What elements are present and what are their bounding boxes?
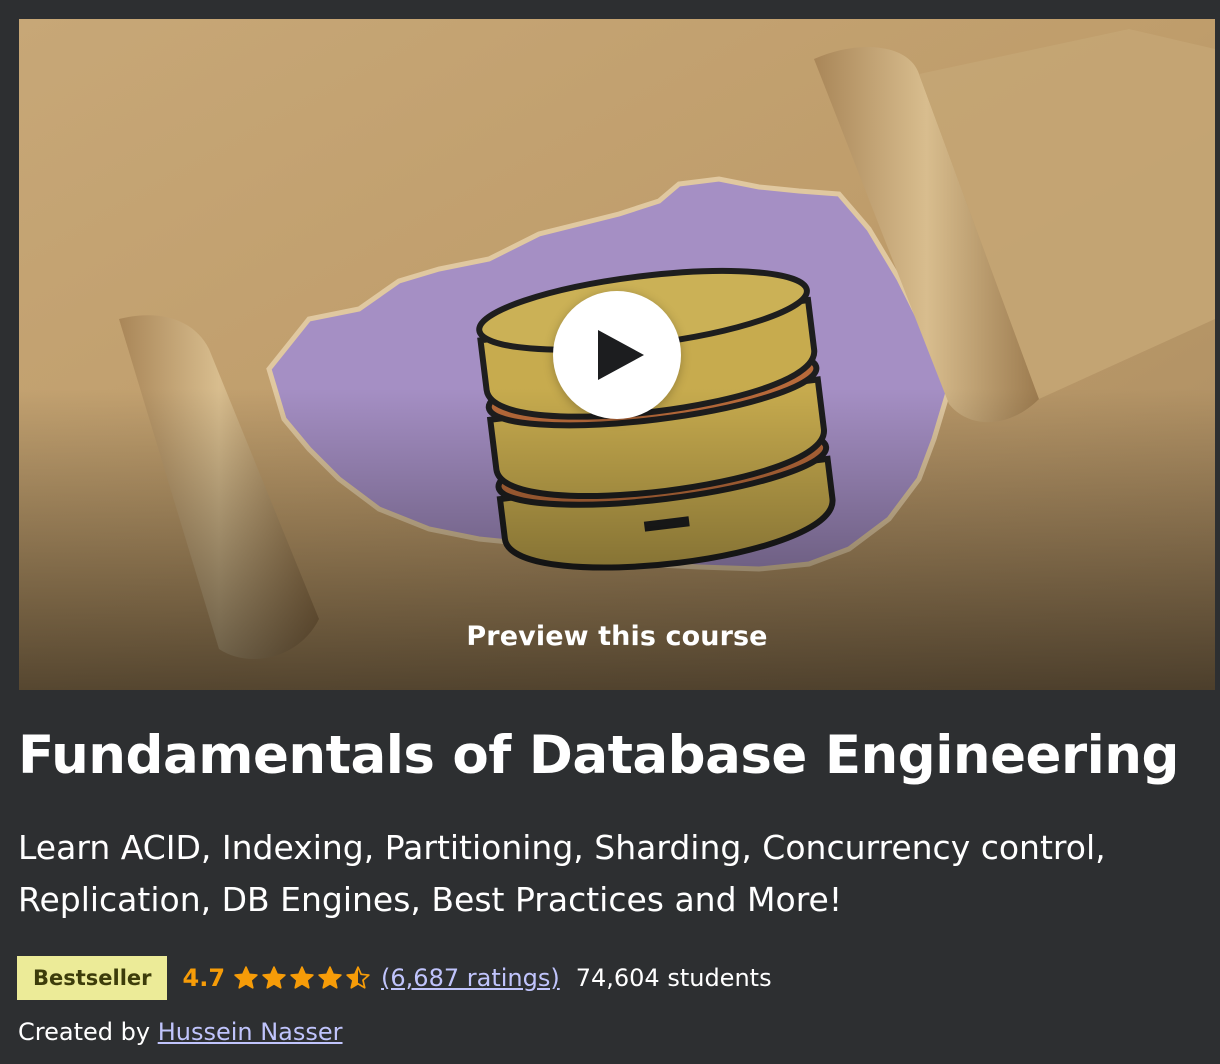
course-preview-video[interactable]: Preview this course xyxy=(19,19,1215,690)
star-half-icon xyxy=(346,966,370,989)
play-icon xyxy=(598,330,644,380)
star-full-icon xyxy=(318,966,342,989)
course-title: Fundamentals of Database Engineering xyxy=(18,725,1179,786)
bestseller-badge: Bestseller xyxy=(17,956,167,1000)
star-full-icon xyxy=(262,966,286,989)
created-by-label: Created by xyxy=(18,1018,151,1046)
course-meta: Bestseller 4.7 (6,687 ratings) 74,604 st… xyxy=(17,956,772,1000)
course-header: Preview this course Fundamentals of Data… xyxy=(0,0,1220,1064)
students-count: 74,604 students xyxy=(575,964,772,992)
star-full-icon xyxy=(290,966,314,989)
play-button[interactable] xyxy=(553,291,681,419)
created-by: Created by Hussein Nasser xyxy=(18,1018,343,1046)
preview-course-label[interactable]: Preview this course xyxy=(19,621,1215,652)
star-full-icon xyxy=(234,966,258,989)
rating-value: 4.7 xyxy=(182,964,226,992)
course-subtitle: Learn ACID, Indexing, Partitioning, Shar… xyxy=(18,828,1106,919)
ratings-count-link[interactable]: (6,687 ratings) xyxy=(381,964,560,992)
star-rating xyxy=(233,965,373,991)
instructor-link[interactable]: Hussein Nasser xyxy=(158,1018,343,1046)
